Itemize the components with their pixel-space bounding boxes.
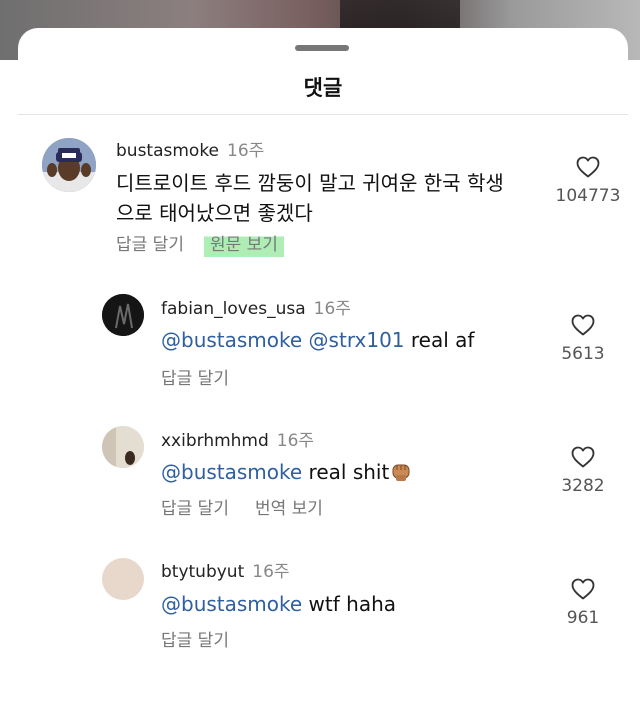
timestamp: 16주 — [252, 562, 290, 582]
like-button[interactable]: 961 — [548, 578, 618, 628]
username[interactable]: xxibrhmhmd — [161, 431, 269, 451]
username[interactable]: fabian_loves_usa — [161, 299, 306, 319]
like-count: 5613 — [561, 344, 605, 364]
translate-button[interactable]: 번역 보기 — [255, 499, 323, 519]
reply-text: @bustasmoke wtf haha — [161, 589, 396, 619]
comments-sheet: 댓글 bustasmoke 16주 디트로이트 후드 깜둥이 말고 귀여운 한국 … — [18, 28, 628, 728]
reply-button[interactable]: 답글 달기 — [161, 499, 229, 519]
avatar[interactable] — [42, 138, 96, 192]
reply-text: @bustasmoke real shit — [161, 457, 412, 490]
like-count: 3282 — [561, 476, 605, 496]
heart-outline-icon — [571, 578, 595, 600]
comment-text: 디트로이트 후드 깜둥이 말고 귀여운 한국 학생으로 태어났으면 좋겠다 — [116, 171, 504, 225]
mention-link[interactable]: @bustasmoke @strx101 — [161, 328, 405, 352]
drag-handle[interactable] — [295, 45, 349, 51]
avatar[interactable] — [102, 558, 144, 600]
avatar-image — [102, 294, 144, 336]
timestamp: 16주 — [276, 431, 315, 451]
heart-outline-icon — [571, 314, 595, 336]
mention-link[interactable]: @bustasmoke — [161, 460, 302, 484]
comment-meta: bustasmoke 16주 — [116, 136, 264, 161]
like-count: 104773 — [555, 186, 621, 206]
avatar-image — [102, 426, 144, 468]
reply-meta: xxibrhmhmd 16주 — [161, 426, 314, 451]
avatar[interactable] — [102, 426, 144, 468]
mention-link[interactable]: @bustasmoke — [161, 592, 302, 616]
like-button[interactable]: 104773 — [548, 156, 628, 206]
comment-actions: 답글 달기 원문 보기 — [116, 230, 310, 257]
reply-actions: 답글 달기 — [161, 364, 255, 389]
reply-button[interactable]: 답글 달기 — [161, 631, 229, 651]
reply-actions: 답글 달기 번역 보기 — [161, 494, 349, 519]
reply-body: real af — [404, 328, 475, 352]
username[interactable]: btytubyut — [161, 562, 244, 582]
like-count: 961 — [566, 608, 600, 628]
sheet-title: 댓글 — [303, 76, 343, 100]
view-original-button[interactable]: 원문 보기 — [203, 233, 284, 257]
reply-text: @bustasmoke @strx101 real af — [161, 325, 474, 355]
reply-actions: 답글 달기 — [161, 626, 255, 651]
reply-meta: btytubyut 16주 — [161, 557, 290, 582]
avatar[interactable] — [102, 294, 144, 336]
reply-meta: fabian_loves_usa 16주 — [161, 294, 351, 319]
like-button[interactable]: 3282 — [548, 446, 618, 496]
header-divider — [18, 114, 628, 115]
heart-outline-icon — [576, 156, 600, 178]
reply-button[interactable]: 답글 달기 — [161, 369, 229, 389]
reply-body: wtf haha — [302, 592, 397, 616]
reply-body: real shit — [302, 460, 390, 484]
raised-fist-emoji — [390, 460, 412, 490]
timestamp: 16주 — [227, 141, 265, 161]
username[interactable]: bustasmoke — [116, 141, 219, 161]
like-button[interactable]: 5613 — [548, 314, 618, 364]
reply-button[interactable]: 답글 달기 — [116, 235, 184, 255]
timestamp: 16주 — [313, 299, 351, 319]
avatar-image — [42, 138, 96, 192]
heart-outline-icon — [571, 446, 595, 468]
